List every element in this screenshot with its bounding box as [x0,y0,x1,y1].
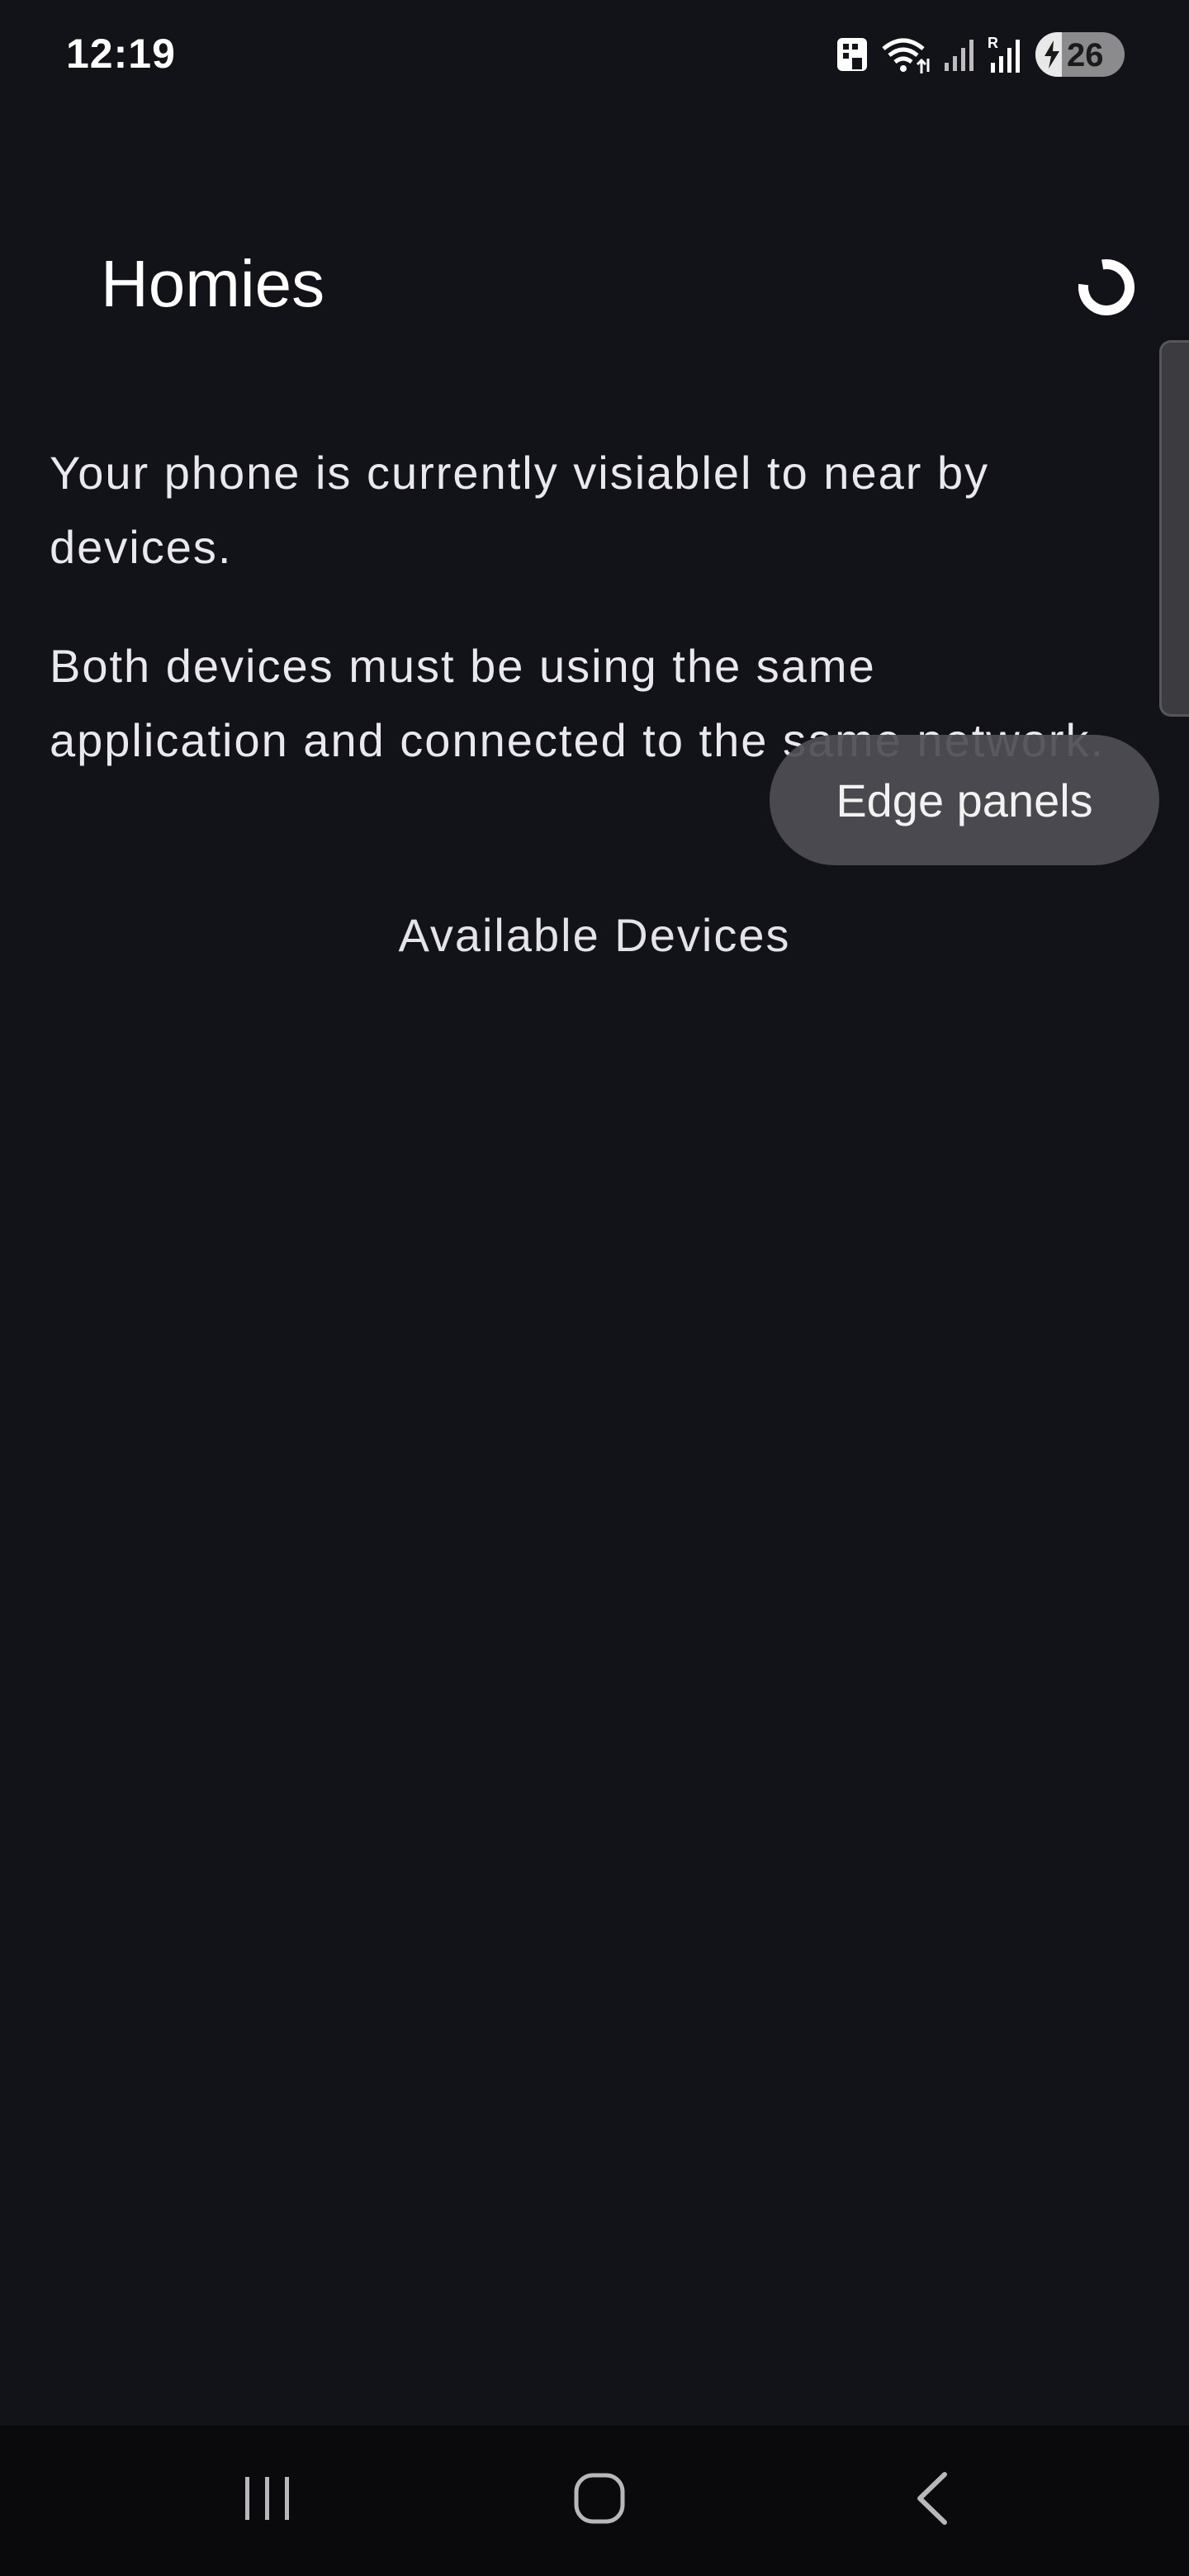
visibility-message: Your phone is currently visiablel to nea… [50,447,990,573]
refresh-icon [1073,254,1139,324]
notification-app-icon [836,35,869,74]
status-time: 12:19 [66,31,176,77]
back-button[interactable] [883,2459,983,2541]
wifi-icon [880,34,931,75]
home-button[interactable] [550,2459,649,2541]
status-icons: R 26 [836,31,1125,78]
refresh-button[interactable] [1065,248,1148,330]
battery-level: 26 [1067,37,1104,73]
recents-icon [239,2472,296,2529]
app-title: Homies [101,247,325,320]
status-bar: 12:19 R 26 [0,0,1189,107]
available-devices-heading: Available Devices [398,909,791,961]
signal-icon [943,36,976,73]
signal-roaming-icon: R [988,35,1024,74]
battery-indicator: 26 [1035,32,1125,77]
edge-panel-handle[interactable] [1159,340,1189,717]
back-icon [908,2469,958,2531]
battery-charging-icon [1042,39,1062,70]
toast-message: Edge panels [770,735,1159,865]
navigation-bar [0,2426,1189,2576]
screen: 12:19 R 26 Homies Your phone is currentl… [0,0,1189,2576]
recents-button[interactable] [218,2459,317,2541]
home-icon [571,2469,628,2531]
svg-text:R: R [988,35,998,51]
